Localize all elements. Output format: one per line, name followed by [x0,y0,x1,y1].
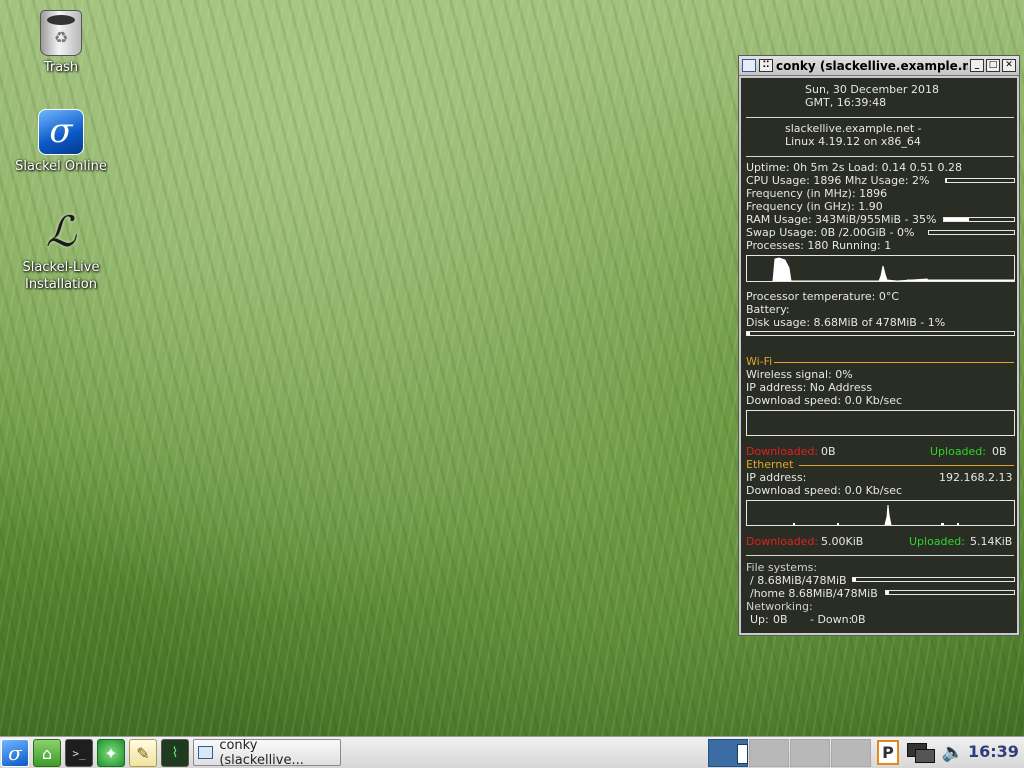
fs-home-text: /home 8.68MiB/478MiB [750,587,878,600]
cpu-usage-bar-fill [946,179,948,182]
taskbar: σ ⌂ >_ ✦ ✎ ⌇ conky (slackellive... P 🔈 1… [0,736,1024,768]
net-down-label: - Down: [810,613,853,626]
web-browser-icon[interactable]: ✦ [97,739,125,767]
uptime-text: Uptime: 0h 5m 2s Load: 0.14 0.51 0.28 [746,161,963,174]
window-menu-icon[interactable] [742,59,756,72]
swap-usage-bar [928,230,1015,235]
workspace-3[interactable] [790,739,830,767]
close-button[interactable]: ✕ [1002,59,1016,72]
processes-text: Processes: 180 Running: 1 [746,239,892,252]
task-label: conky (slackellive... [219,737,304,768]
frequency-ghz-text: Frequency (in GHz): 1.90 [746,200,883,213]
divider [746,117,1014,118]
window-sticky-icon[interactable]: ⁚⁚ [759,59,773,72]
wifi-graph [746,410,1015,436]
wifi-downloaded-value: 0B [821,445,836,458]
ethernet-graph-plot [793,504,959,526]
wireless-signal-text: Wireless signal: 0% [746,368,853,381]
wifi-divider [774,362,1014,363]
ethernet-header: Ethernet [746,458,794,471]
window-titlebar[interactable]: ⁚⁚ conky (slackellive.example.net) _ □ ✕ [739,56,1019,76]
trash-icon: ♻ [40,10,82,56]
disk-usage-bar [746,331,1015,336]
maximize-button[interactable]: □ [986,59,1000,72]
kernel-text: Linux 4.19.12 on x86_64 [785,135,921,148]
disk-usage-bar-fill [747,332,750,335]
processor-temperature-text: Processor temperature: 0°C [746,290,900,303]
wifi-download-speed-text: Download speed: 0.0 Kb/sec [746,394,903,407]
net-down-value: 0B [851,613,866,626]
ethernet-uploaded-label: Uploaded: [909,535,965,548]
net-up-label: Up: [750,613,769,626]
workspace-1[interactable] [708,739,748,767]
workspace-window-thumb [737,744,748,764]
ethernet-downloaded-label: Downloaded: [746,535,819,548]
slackel-live-installer-icon: ℒ [45,207,77,256]
fs-home-bar [885,590,1015,595]
net-up-value: 0B [773,613,788,626]
wifi-downloaded-label: Downloaded: [746,445,819,458]
taskbar-task-conky[interactable]: conky (slackellive... [193,737,341,768]
text-editor-icon[interactable]: ✎ [129,739,157,767]
divider [746,555,1014,556]
ethernet-download-speed-text: Download speed: 0.0 Kb/sec [746,484,903,497]
cpu-usage-bar [945,178,1015,183]
ethernet-downloaded-value: 5.00KiB [821,535,864,548]
slackel-menu-icon[interactable]: σ [1,739,29,767]
time-text: GMT, 16:39:48 [805,96,887,109]
volume-icon[interactable]: 🔈 [940,741,966,765]
wifi-header: Wi-Fi [746,355,773,368]
clock[interactable]: 16:39 [968,742,1019,761]
ethernet-ip-value: 192.168.2.13 [939,471,1013,484]
divider [746,156,1014,157]
workspace-4[interactable] [831,739,871,767]
desktop-icon-slackel-live-installation[interactable]: ℒ Slackel-Live Installation [6,210,116,293]
battery-text: Battery: [746,303,790,316]
networking-header: Networking: [746,600,813,613]
cpu-graph-plot [772,257,1014,282]
window-title: conky (slackellive.example.net) [776,58,968,73]
desktop-icon-trash[interactable]: ♻ Trash [6,10,116,76]
fs-home-bar-fill [886,591,889,594]
ram-usage-text: RAM Usage: 343MiB/955MiB - 35% [746,213,937,226]
fs-root-text: / 8.68MiB/478MiB [750,574,847,587]
conky-panel: Sun, 30 December 2018 GMT, 16:39:48 slac… [741,78,1017,633]
cpu-usage-text: CPU Usage: 1896 Mhz Usage: 2% [746,174,930,187]
home-folder-icon[interactable]: ⌂ [33,739,61,767]
system-monitor-icon[interactable]: ⌇ [161,739,189,767]
clipboard-indicator-icon[interactable]: P [877,740,899,765]
desktop-icon-label: Slackel Online [15,159,107,174]
disk-usage-text: Disk usage: 8.68MiB of 478MiB - 1% [746,316,946,329]
conky-window: ⁚⁚ conky (slackellive.example.net) _ □ ✕… [738,55,1020,636]
fs-root-bar-fill [853,578,857,581]
ethernet-ip-label: IP address: [746,471,807,484]
ethernet-uploaded-value: 5.14KiB [970,535,1013,548]
clipboard-indicator-label: P [882,743,894,762]
hostname-text: slackellive.example.net - [785,122,922,135]
desktop-icon-label: Installation [24,277,97,292]
ethernet-divider [799,465,1014,466]
desktop-icon-slackel-online[interactable]: σ Slackel Online [6,109,116,175]
workspace-2[interactable] [749,739,789,767]
frequency-mhz-text: Frequency (in MHz): 1896 [746,187,888,200]
wifi-uploaded-value: 0B [992,445,1007,458]
terminal-icon[interactable]: >_ [65,739,93,767]
date-text: Sun, 30 December 2018 [805,83,939,96]
cpu-graph [746,255,1015,282]
wifi-uploaded-label: Uploaded: [930,445,986,458]
desktop-icon-label: Slackel-Live [22,260,100,275]
desktop-icon-label: Trash [43,60,79,75]
ram-usage-bar [943,217,1015,222]
ram-usage-bar-fill [944,218,969,221]
network-icon[interactable] [905,741,935,765]
ethernet-graph [746,500,1015,526]
file-systems-header: File systems: [746,561,818,574]
slackel-online-icon: σ [38,109,84,155]
minimize-button[interactable]: _ [970,59,984,72]
wifi-ip-text: IP address: No Address [746,381,873,394]
swap-usage-text: Swap Usage: 0B /2.00GiB - 0% [746,226,915,239]
window-icon [198,746,214,759]
fs-root-bar [852,577,1015,582]
